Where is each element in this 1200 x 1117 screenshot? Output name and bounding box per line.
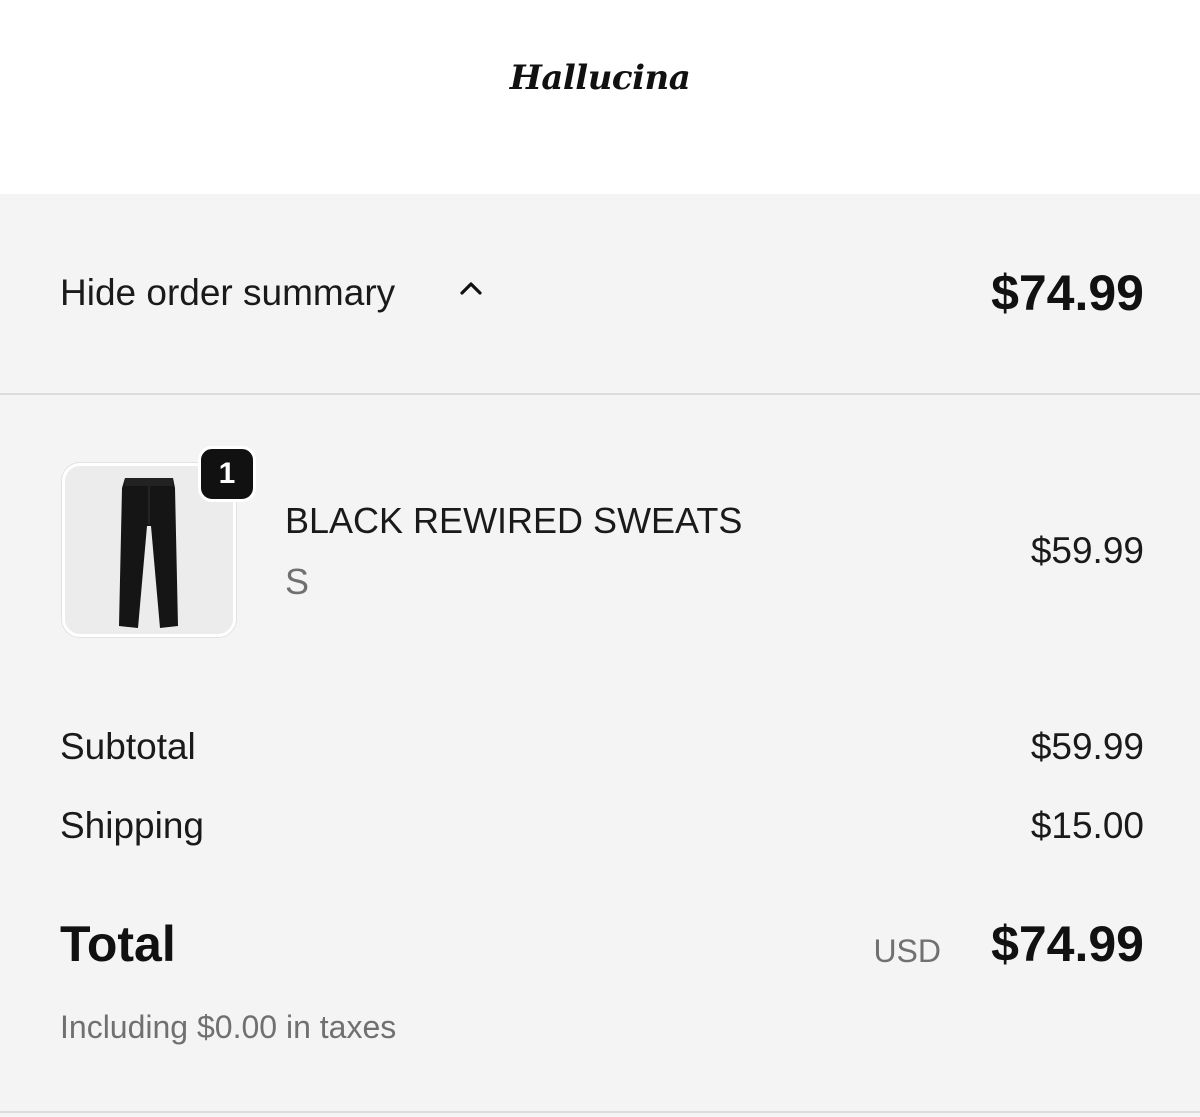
divider <box>0 1111 1200 1113</box>
subtotal-value: $59.99 <box>1030 726 1144 767</box>
site-header: Hallucina <box>0 0 1200 194</box>
product-name: BLACK REWIRED SWEATS <box>285 500 743 541</box>
quantity-badge: 1 <box>198 446 256 502</box>
taxes-note: Including $0.00 in taxes <box>60 1009 397 1045</box>
shipping-label: Shipping <box>60 805 205 846</box>
product-price: $59.99 <box>1030 530 1144 571</box>
chevron-up-icon[interactable] <box>458 276 484 302</box>
total-value: $74.99 <box>991 916 1144 972</box>
product-variant: S <box>285 561 310 602</box>
order-summary-toggle-label[interactable]: Hide order summary <box>60 272 395 314</box>
order-summary-total: $74.99 <box>991 265 1144 321</box>
subtotal-label: Subtotal <box>60 726 196 767</box>
total-label: Total <box>60 916 176 972</box>
shipping-value: $15.00 <box>1030 805 1144 846</box>
brand-logo[interactable]: Hallucina <box>0 58 1200 98</box>
order-summary-toggle[interactable]: Hide order summary $74.99 <box>0 194 1200 395</box>
currency-code: USD <box>873 933 941 969</box>
